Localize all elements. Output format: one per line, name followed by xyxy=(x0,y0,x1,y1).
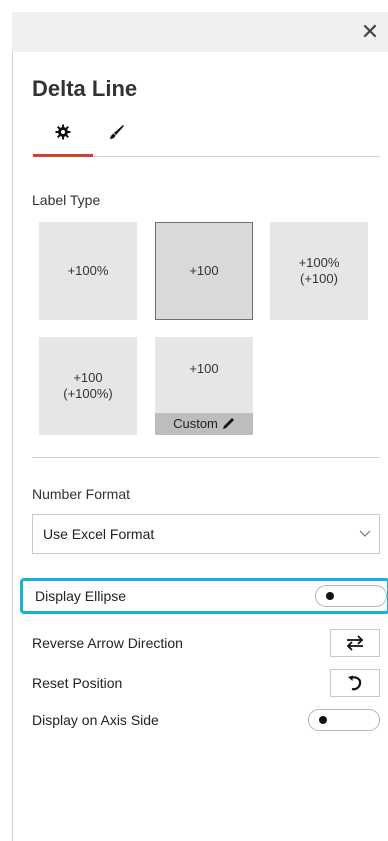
reset-position-row: Reset Position xyxy=(20,665,380,701)
tile-text: +100 (+100%) xyxy=(63,370,113,401)
number-format-dropdown[interactable]: Use Excel Format xyxy=(32,514,380,554)
reverse-arrow-button[interactable] xyxy=(330,629,380,657)
tile-text: +100 xyxy=(189,263,219,278)
paintbrush-icon xyxy=(110,125,124,139)
display-ellipse-label: Display Ellipse xyxy=(35,588,127,604)
close-button[interactable]: ✕ xyxy=(356,18,384,46)
pencil-icon xyxy=(222,418,234,429)
toggle-knob xyxy=(319,716,327,724)
tile-text: +100% xyxy=(67,263,109,278)
custom-edit-strip[interactable]: Custom xyxy=(155,413,253,435)
tab-divider xyxy=(93,156,380,157)
axis-side-label: Display on Axis Side xyxy=(32,712,159,728)
label-type-percent-with-absolute[interactable]: +100% (+100) xyxy=(270,222,368,320)
tab-settings[interactable] xyxy=(33,118,93,146)
label-type-percent[interactable]: +100% xyxy=(39,222,137,320)
number-format-heading: Number Format xyxy=(32,486,131,502)
display-ellipse-toggle[interactable] xyxy=(315,585,387,607)
section-divider xyxy=(32,457,380,458)
toggle-knob xyxy=(326,592,334,600)
tab-format[interactable] xyxy=(97,118,137,146)
label-type-absolute[interactable]: +100 xyxy=(155,222,253,320)
label-type-custom[interactable]: +100 Custom xyxy=(155,337,253,435)
title-bar: ✕ xyxy=(12,12,388,52)
axis-side-toggle[interactable] xyxy=(308,709,380,731)
reset-position-label: Reset Position xyxy=(32,675,123,691)
label-type-heading: Label Type xyxy=(32,192,101,208)
chevron-down-icon xyxy=(359,530,371,537)
swap-arrows-icon xyxy=(346,635,364,651)
display-ellipse-row: Display Ellipse xyxy=(20,578,388,614)
undo-icon xyxy=(348,675,362,691)
reset-position-button[interactable] xyxy=(330,669,380,697)
format-pane: Delta Line Label Type +100% +100 +100% (… xyxy=(12,52,388,841)
reverse-arrow-row: Reverse Arrow Direction xyxy=(20,625,380,661)
tile-text: +100 xyxy=(189,361,219,376)
label-type-absolute-with-percent[interactable]: +100 (+100%) xyxy=(39,337,137,435)
gear-icon xyxy=(55,124,71,140)
active-tab-indicator xyxy=(33,154,93,157)
number-format-value: Use Excel Format xyxy=(43,526,155,542)
axis-side-row: Display on Axis Side xyxy=(20,702,380,738)
tile-text: +100% (+100) xyxy=(298,255,340,286)
custom-label: Custom xyxy=(173,416,218,431)
pane-title: Delta Line xyxy=(32,76,138,101)
reverse-arrow-label: Reverse Arrow Direction xyxy=(32,635,183,651)
